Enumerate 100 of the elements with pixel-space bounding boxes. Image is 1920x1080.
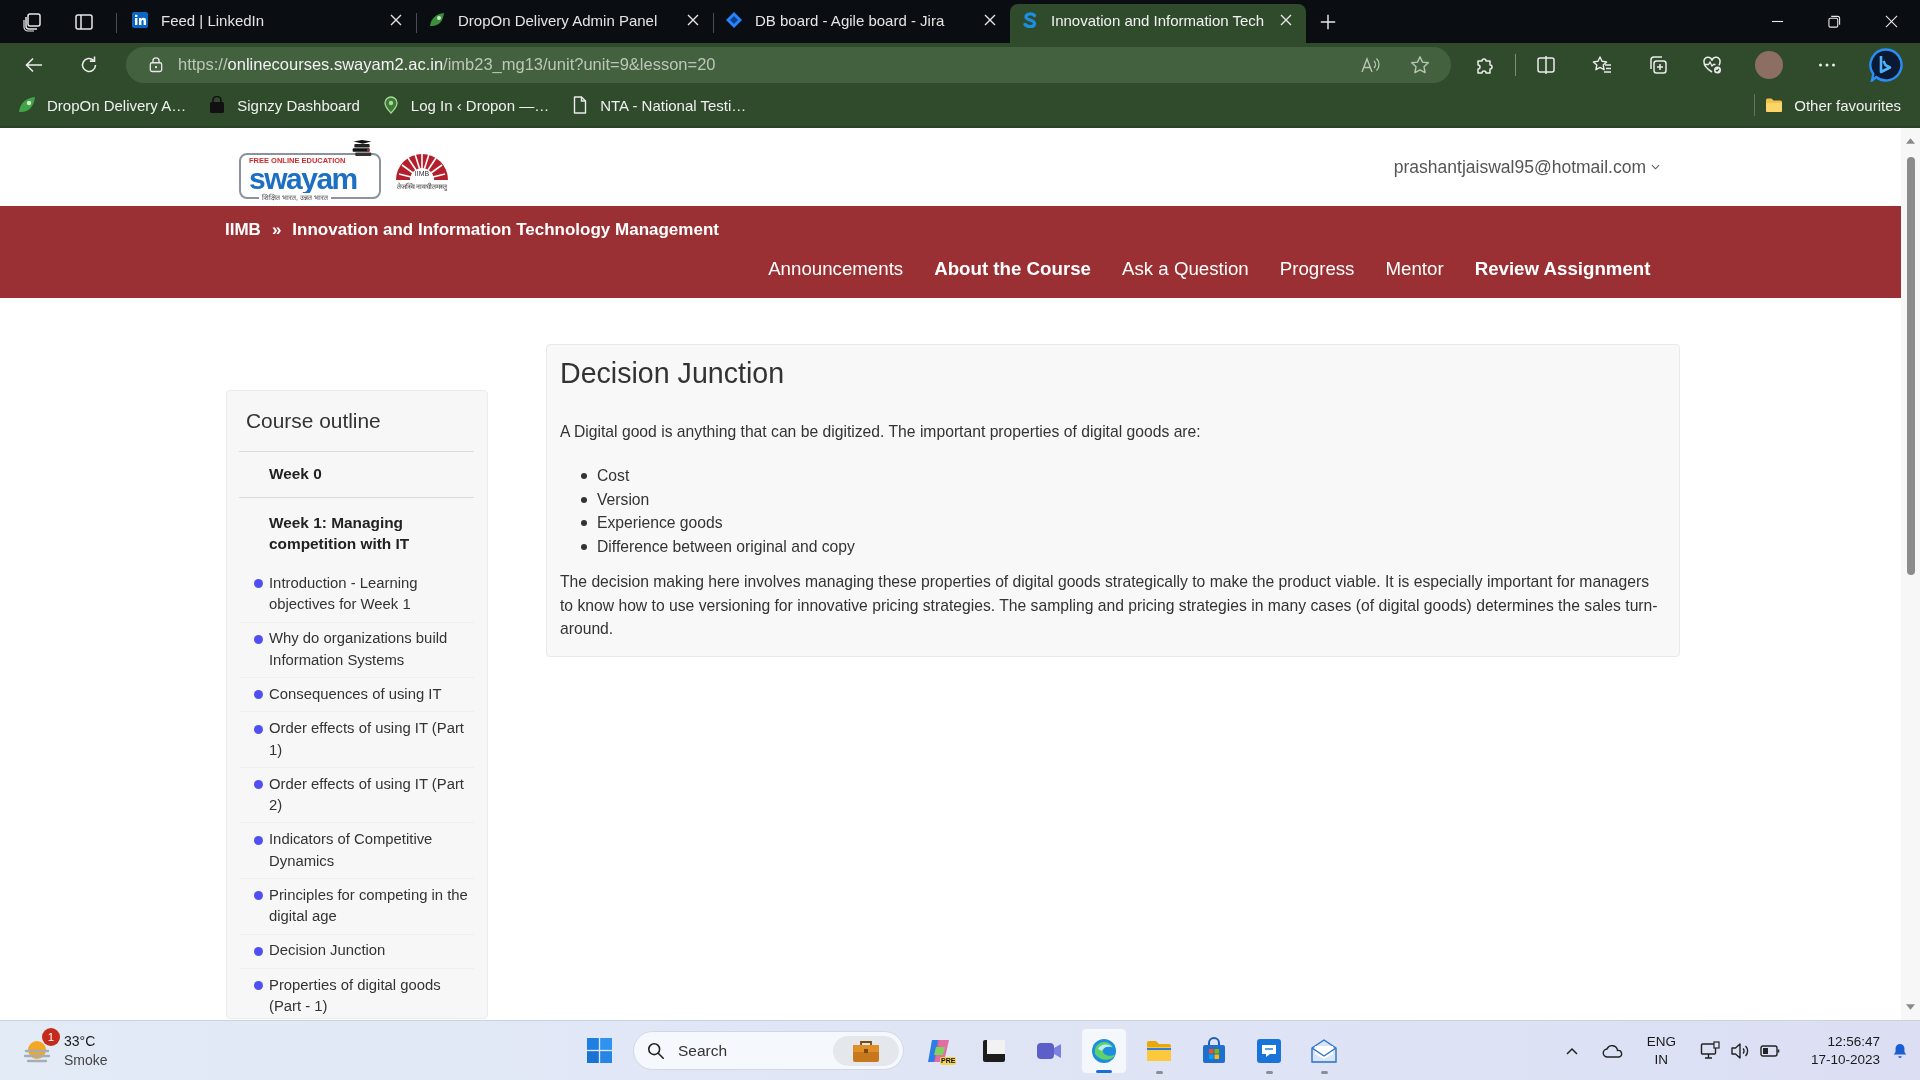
- envelope-icon: [1310, 1036, 1338, 1065]
- account-menu[interactable]: prashantjaiswal95@hotmail.com: [1393, 156, 1660, 178]
- window-icon[interactable]: [74, 11, 94, 32]
- speaker-icon[interactable]: [1729, 1040, 1750, 1061]
- leaf-logo-icon: [429, 12, 445, 28]
- bullet-icon: [581, 543, 587, 550]
- nav-link[interactable]: Mentor: [1369, 257, 1460, 281]
- bullet-dot-icon: [253, 579, 263, 589]
- browser-tab[interactable]: Innovation and Information Tech: [1010, 4, 1306, 43]
- browser-tab[interactable]: Feed | LinkedIn: [120, 4, 416, 43]
- collections-icon[interactable]: [1648, 54, 1668, 75]
- four-squares-logo-icon[interactable]: [587, 1038, 612, 1063]
- bullet-dot-icon: [253, 724, 263, 734]
- lesson-title: Decision Junction: [560, 358, 786, 388]
- bell-icon[interactable]: [1892, 1042, 1908, 1059]
- nav-link[interactable]: Announcements: [752, 257, 919, 281]
- bookmark-link[interactable]: DropOn Delivery A…: [18, 96, 187, 114]
- close-icon[interactable]: [1885, 15, 1898, 28]
- bullet-dot-icon: [253, 780, 263, 790]
- close-icon[interactable]: [1280, 14, 1292, 26]
- split-screen-icon[interactable]: [1536, 54, 1556, 75]
- list-item: Cost: [597, 466, 630, 487]
- heart-pulse-icon[interactable]: [1702, 54, 1722, 75]
- bullet-dot-icon: [253, 981, 263, 991]
- notification-badge: 1: [42, 1027, 60, 1046]
- scroll-up-icon[interactable]: [1906, 138, 1915, 144]
- curve-logo-icon: [1022, 12, 1038, 28]
- weather-temperature: 33°C: [64, 1031, 97, 1051]
- close-icon[interactable]: [984, 14, 996, 26]
- shopping-bag-icon: [1200, 1036, 1228, 1065]
- week-heading[interactable]: Week 1: Managing competition with IT: [239, 498, 474, 567]
- chevron-down-icon: [1651, 164, 1660, 170]
- scrollbar-thumb[interactable]: [1906, 157, 1915, 575]
- square-logo-icon: [132, 12, 148, 28]
- bag-icon: [208, 96, 227, 114]
- nav-link[interactable]: About the Course: [918, 257, 1107, 281]
- star-list-icon[interactable]: [1592, 54, 1612, 75]
- lesson-link[interactable]: Introduction - Learning objectives for Week 1: [239, 567, 474, 623]
- lock-icon[interactable]: [149, 56, 163, 73]
- list-item: Difference between original and copy: [597, 536, 855, 557]
- monitor-icon[interactable]: [1699, 1040, 1720, 1061]
- chat-logo-icon[interactable]: [1869, 47, 1903, 82]
- star-icon[interactable]: [1410, 54, 1430, 75]
- stacked-squares-icon[interactable]: [22, 11, 42, 32]
- bookmark-folder[interactable]: Other favourites: [1765, 96, 1901, 114]
- bullet-dot-icon: [253, 690, 263, 700]
- logo-wordmark: swayam: [249, 165, 357, 192]
- bullet-dot-icon: [253, 946, 263, 956]
- course-outline-heading: Course outline: [245, 408, 382, 434]
- lesson-paragraph: A Digital good is anything that can be digitized. The important properties of digital goods are:: [560, 422, 1202, 442]
- bullet-dot-icon: [253, 835, 263, 845]
- bullet-icon: [581, 473, 587, 480]
- list-item: Experience goods: [597, 513, 723, 534]
- bookmark-link[interactable]: Signzy Dashboard: [208, 96, 360, 114]
- lesson-link[interactable]: Indicators of Competitive Dynamics: [239, 823, 474, 880]
- swirl-logo-icon: [1090, 1036, 1118, 1065]
- week-heading[interactable]: Week 0: [239, 452, 474, 497]
- lesson-link[interactable]: Decision Junction: [239, 934, 474, 969]
- close-icon[interactable]: [390, 14, 402, 26]
- bullet-dot-icon: [253, 634, 263, 644]
- bullet-icon: [581, 520, 587, 527]
- clock-button[interactable]: 12:56:47 17-10-2023: [1810, 1032, 1880, 1069]
- diamond-icon: [726, 12, 742, 28]
- bullet-icon: [581, 496, 587, 503]
- lesson-link[interactable]: Principles for competing in the digital age: [239, 879, 474, 935]
- leaf-logo-icon: [18, 96, 36, 114]
- restore-icon[interactable]: [1828, 15, 1841, 28]
- reload-icon[interactable]: [79, 54, 99, 75]
- scroll-down-icon[interactable]: [1906, 1004, 1915, 1010]
- weather-condition: Smoke: [64, 1050, 108, 1070]
- map-pin-icon: [381, 96, 400, 114]
- battery-icon[interactable]: [1759, 1044, 1780, 1057]
- lesson-link[interactable]: Why do organizations build Information Systems: [239, 622, 474, 679]
- cloud-icon[interactable]: [1601, 1042, 1624, 1059]
- lesson-link[interactable]: Order effects of using IT (Part 1): [239, 712, 474, 768]
- browser-tab[interactable]: DropOn Delivery Admin Panel: [417, 4, 713, 43]
- language-indicator[interactable]: ENG IN: [1646, 1032, 1676, 1069]
- briefcase-icon: [833, 1035, 899, 1066]
- breadcrumb-link[interactable]: Innovation and Information Technology Management: [292, 219, 719, 241]
- bookmark-link[interactable]: Log In ‹ Dropon —…: [381, 96, 550, 114]
- bookmark-link[interactable]: NTA - National Testi…: [571, 96, 747, 114]
- book-stack-icon: [351, 139, 373, 156]
- close-icon[interactable]: [687, 14, 699, 26]
- lesson-link[interactable]: Properties of digital goods (Part - 1): [239, 968, 474, 1018]
- nav-link[interactable]: Review Assignment: [1459, 257, 1666, 281]
- browser-tab[interactable]: DB board - Agile board - Jira: [714, 4, 1010, 43]
- lesson-link[interactable]: Consequences of using IT: [239, 678, 474, 713]
- nav-link[interactable]: Ask a Question: [1106, 257, 1265, 281]
- bullet-dot-icon: [253, 891, 263, 901]
- search-field[interactable]: Search: [633, 1031, 904, 1070]
- lesson-link[interactable]: Order effects of using IT (Part 2): [239, 767, 474, 824]
- breadcrumb-link[interactable]: IIMB: [225, 219, 261, 241]
- search-icon: [647, 1041, 665, 1060]
- chat-bubble-icon: [1255, 1036, 1283, 1065]
- folder-icon: [1765, 96, 1784, 114]
- address-field[interactable]: https://onlinecourses.swayam2.ac.in/imb23_mg13/unit?unit=9&lesson=20: [126, 46, 1451, 83]
- lesson-paragraph: The decision making here involves managing these properties of digital goods strategically to make the product viable. It is especially important for managers to know how to use versioning for innovative pricing strategies. The sampling and pricing strategies in many cases (of digital goods) determines the sales turn-around.: [560, 572, 1659, 640]
- list-item: Version: [597, 489, 650, 510]
- plus-icon[interactable]: [1319, 13, 1337, 31]
- nav-link[interactable]: Progress: [1264, 257, 1370, 281]
